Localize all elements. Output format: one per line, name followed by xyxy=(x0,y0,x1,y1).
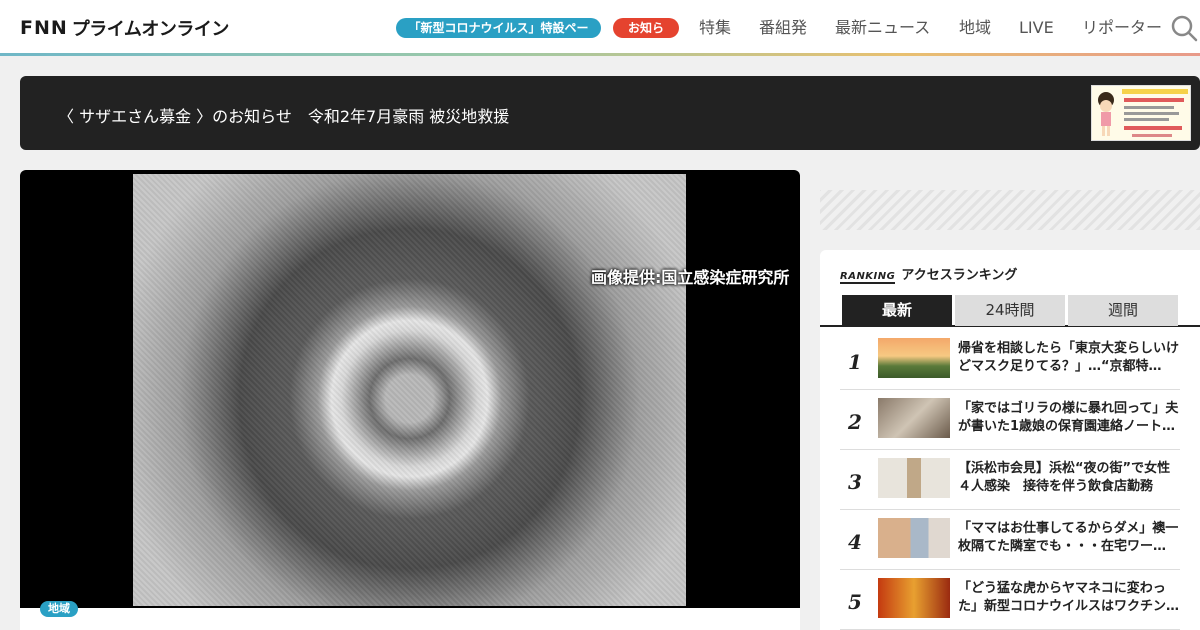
virus-micrograph xyxy=(133,174,686,606)
ad-placeholder xyxy=(820,190,1200,230)
site-logo[interactable]: FNN プライムオンライン xyxy=(20,17,230,40)
ranking-item[interactable]: 5 「どう猛な虎からヤマネコに変わった」新型コロナウイルスはワクチン… xyxy=(840,570,1180,630)
article-hero-image[interactable]: 画像提供:国立感染症研究所 xyxy=(20,170,800,630)
nav-programs[interactable]: 番組発 xyxy=(759,18,807,38)
ranking-thumbnail xyxy=(878,458,950,498)
nav-reporter[interactable]: リポーター xyxy=(1082,18,1162,38)
ranking-thumbnail xyxy=(878,398,950,438)
site-header: FNN プライムオンライン 「新型コロナウイルス」特設ページ お知らせ 特集 番… xyxy=(0,0,1200,56)
header-stripe xyxy=(0,53,1200,56)
logo-text: プライムオンライン xyxy=(71,19,230,40)
ranking-item[interactable]: 3 【浜松市会見】浜松“夜の街”で女性４人感染 接待を伴う飲食店勤務 xyxy=(840,450,1180,510)
ranking-panel: RANKING アクセスランキング 最新 24時間 週間 1 帰省を相談したら「東… xyxy=(820,250,1200,630)
image-credit: 画像提供:国立感染症研究所 xyxy=(591,268,790,287)
tab-24h[interactable]: 24時間 xyxy=(955,295,1065,326)
rank-number: 5 xyxy=(848,590,862,614)
ranking-title: 「どう猛な虎からヤマネコに変わった」新型コロナウイルスはワクチン… xyxy=(958,581,1180,614)
ranking-heading: RANKING アクセスランキング xyxy=(840,264,1018,284)
rank-number: 3 xyxy=(848,470,862,494)
banner-thumbnail xyxy=(1091,85,1191,141)
rank-number: 2 xyxy=(848,410,862,434)
banner-text: 〈 サザエさん募金 〉のお知らせ 令和2年7月豪雨 被災地救援 xyxy=(58,103,509,127)
search-icon[interactable] xyxy=(1170,14,1198,42)
ranking-item[interactable]: 2 「家ではゴリラの様に暴れ回って」夫が書いた1歳娘の保育園連絡ノート… xyxy=(840,390,1180,450)
ranking-thumbnail xyxy=(878,518,950,558)
category-tag[interactable]: 地域 xyxy=(40,601,78,617)
sazae-fund-banner[interactable]: 〈 サザエさん募金 〉のお知らせ 令和2年7月豪雨 被災地救援 xyxy=(20,76,1200,150)
logo-fnn: FNN xyxy=(20,17,68,39)
ranking-item[interactable]: 1 帰省を相談したら「東京大変らしいけどマスク足りてる？」…“京都特… xyxy=(840,330,1180,390)
corona-special-link[interactable]: 「新型コロナウイルス」特設ページ xyxy=(396,18,601,55)
ranking-word: RANKING xyxy=(840,271,896,284)
rank-number: 1 xyxy=(848,350,862,374)
ranking-item[interactable]: 4 「ママはお仕事してるからダメ」襖一枚隔てた隣室でも・・・在宅ワー… xyxy=(840,510,1180,570)
nav-live[interactable]: LIVE xyxy=(1019,18,1054,38)
nav-region[interactable]: 地域 xyxy=(959,18,991,38)
ranking-title: 【浜松市会見】浜松“夜の街”で女性４人感染 接待を伴う飲食店勤務 xyxy=(958,461,1171,494)
ranking-thumbnail xyxy=(878,578,950,618)
nav-latest-news[interactable]: 最新ニュース xyxy=(835,18,930,38)
tab-weekly[interactable]: 週間 xyxy=(1068,295,1178,326)
banner-title: 〈 サザエさん募金 〉のお知らせ xyxy=(58,107,292,126)
article-card-bottom xyxy=(20,608,800,630)
ranking-title: 「家ではゴリラの様に暴れ回って」夫が書いた1歳娘の保育園連絡ノート… xyxy=(958,401,1179,434)
ranking-label: アクセスランキング xyxy=(901,268,1018,283)
notice-link[interactable]: お知らせ xyxy=(613,18,679,55)
ranking-title: 「ママはお仕事してるからダメ」襖一枚隔てた隣室でも・・・在宅ワー… xyxy=(958,521,1179,554)
banner-subtitle: 令和2年7月豪雨 被災地救援 xyxy=(307,107,510,126)
ranking-tabs: 最新 24時間 週間 xyxy=(820,295,1200,327)
ranking-thumbnail xyxy=(878,338,950,378)
nav-feature[interactable]: 特集 xyxy=(699,18,731,38)
ranking-title: 帰省を相談したら「東京大変らしいけどマスク足りてる？」…“京都特… xyxy=(958,341,1180,374)
rank-number: 4 xyxy=(848,530,862,554)
ranking-list: 1 帰省を相談したら「東京大変らしいけどマスク足りてる？」…“京都特… 2 「家… xyxy=(840,330,1180,630)
tab-latest[interactable]: 最新 xyxy=(842,295,952,326)
